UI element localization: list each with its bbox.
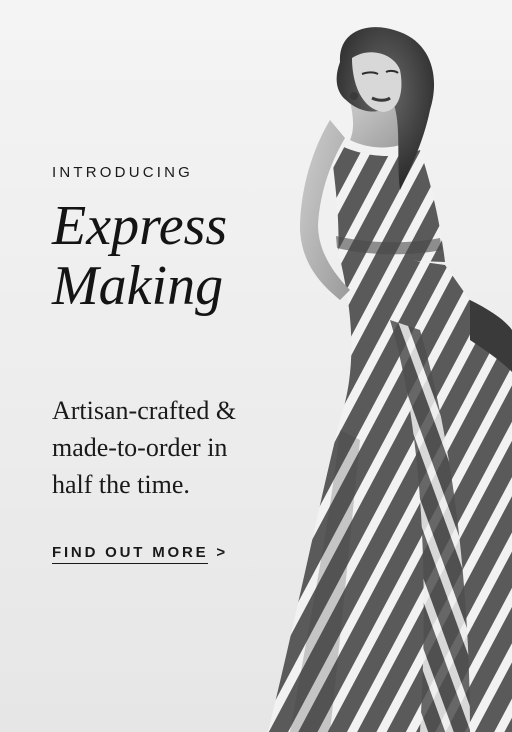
subheading-line: half the time. bbox=[52, 470, 190, 499]
headline: Express Making bbox=[52, 196, 302, 316]
subheading: Artisan-crafted & made-to-order in half … bbox=[52, 392, 292, 503]
chevron-right-icon: > bbox=[216, 544, 228, 561]
promo-banner[interactable]: INTRODUCING Express Making Artisan-craft… bbox=[0, 0, 512, 732]
find-out-more-link[interactable]: FIND OUT MORE > bbox=[52, 544, 228, 564]
subheading-line: Artisan-crafted & bbox=[52, 396, 237, 425]
eyebrow-label: INTRODUCING bbox=[52, 164, 194, 181]
headline-line: Express bbox=[52, 195, 228, 257]
model-photo bbox=[268, 27, 512, 732]
subheading-line: made-to-order in bbox=[52, 433, 228, 462]
headline-line: Making bbox=[52, 255, 224, 317]
cta-label: FIND OUT MORE bbox=[52, 544, 209, 564]
